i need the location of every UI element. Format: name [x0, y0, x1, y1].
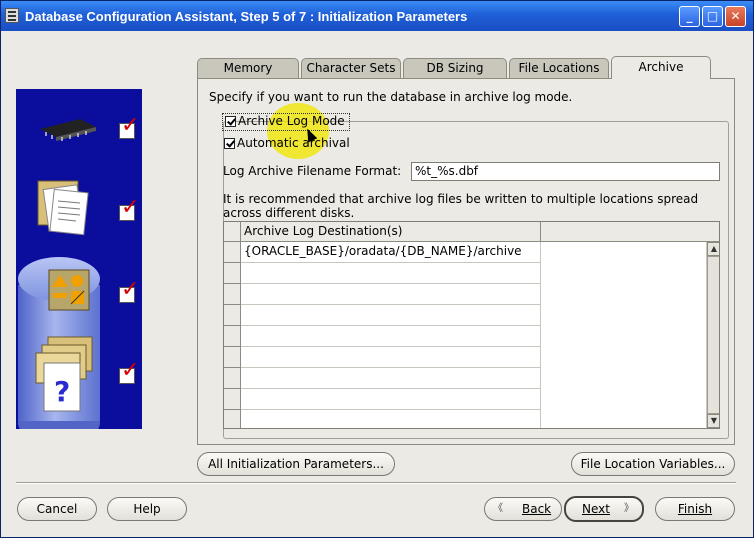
title-bar[interactable]: Database Configuration Assistant, Step 5… — [1, 1, 753, 31]
help-documents-icon: ? — [35, 336, 93, 412]
archive-destinations-table: Archive Log Destination(s) {ORACLE_BASE}… — [223, 221, 720, 429]
maximize-button[interactable]: □ — [702, 6, 723, 27]
tab-db-sizing[interactable]: DB Sizing — [403, 58, 507, 78]
recommendation-text-line2: across different disks. — [223, 206, 355, 220]
row-header[interactable] — [224, 242, 241, 263]
scroll-up-icon[interactable]: ▲ — [707, 242, 719, 256]
row-header[interactable] — [224, 263, 241, 284]
row-header[interactable] — [224, 410, 241, 428]
automatic-archival-label: Automatic archival — [237, 136, 350, 150]
close-button[interactable]: ✕ — [725, 6, 746, 27]
window-title: Database Configuration Assistant, Step 5… — [25, 9, 468, 24]
row-header[interactable] — [224, 305, 241, 326]
filename-format-label: Log Archive Filename Format: — [223, 164, 402, 178]
svg-text:?: ? — [54, 375, 70, 408]
archive-destination-cell[interactable] — [241, 410, 541, 428]
table-corner — [224, 222, 241, 242]
minimize-button[interactable]: _ — [679, 6, 700, 27]
scroll-down-icon[interactable]: ▼ — [707, 414, 719, 428]
row-header[interactable] — [224, 326, 241, 347]
row-header[interactable] — [224, 368, 241, 389]
scroll-thumb[interactable] — [707, 256, 719, 414]
cancel-button[interactable]: Cancel — [17, 497, 97, 521]
tab-archive[interactable]: Archive — [611, 56, 711, 79]
dbca-window: Database Configuration Assistant, Step 5… — [0, 0, 754, 538]
tab-file-locations[interactable]: File Locations — [509, 58, 609, 78]
tab-character-sets[interactable]: Character Sets — [301, 58, 401, 78]
chevron-right-icon: 》 — [624, 503, 634, 514]
memory-chip-icon — [40, 119, 96, 141]
archive-log-mode-checkbox[interactable]: Archive Log Mode — [222, 113, 350, 131]
footer-separator — [16, 482, 736, 484]
archive-destination-cell[interactable] — [241, 284, 541, 305]
back-button[interactable]: 《 Back — [484, 497, 562, 521]
finish-button[interactable]: Finish — [655, 497, 735, 521]
step-check-character-sets: ✓ — [119, 195, 140, 221]
automatic-archival-check — [224, 138, 235, 149]
archive-log-mode-label: Archive Log Mode — [238, 114, 345, 128]
table-vertical-scrollbar[interactable]: ▲ ▼ — [706, 242, 719, 428]
archive-destination-cell[interactable] — [241, 326, 541, 347]
automatic-archival-checkbox[interactable]: Automatic archival — [223, 136, 350, 152]
tab-memory[interactable]: Memory — [197, 58, 299, 78]
archive-destination-cell[interactable] — [241, 347, 541, 368]
step-check-memory: ✓ — [119, 113, 140, 139]
archive-intro-text: Specify if you want to run the database … — [209, 90, 573, 104]
filename-format-input[interactable]: %t_%s.dbf — [411, 162, 720, 181]
row-header[interactable] — [224, 284, 241, 305]
archive-destination-cell[interactable] — [241, 368, 541, 389]
wizard-step-illustration: ✓ ✓ ✓ ? ✓ — [16, 89, 142, 429]
chevron-left-icon: 《 — [493, 503, 503, 514]
all-initialization-parameters-button[interactable]: All Initialization Parameters... — [197, 452, 395, 476]
documents-folder-icon — [37, 180, 89, 236]
app-icon — [5, 8, 19, 23]
archive-log-mode-check — [225, 116, 236, 127]
shapes-icon — [48, 269, 90, 311]
step-check-file-locations: ✓ — [119, 358, 140, 384]
table-header: Archive Log Destination(s) — [224, 222, 719, 242]
column-header-archive-destination[interactable]: Archive Log Destination(s) — [241, 222, 541, 242]
recommendation-text-line1: It is recommended that archive log files… — [223, 192, 699, 206]
step-check-db-sizing: ✓ — [119, 277, 140, 303]
archive-destination-cell[interactable] — [241, 389, 541, 410]
row-header[interactable] — [224, 389, 241, 410]
back-button-label: Back — [522, 502, 552, 516]
next-button-label: Next — [582, 502, 610, 516]
archive-destination-cell[interactable] — [241, 263, 541, 284]
archive-destination-cell[interactable]: {ORACLE_BASE}/oradata/{DB_NAME}/archive — [241, 242, 541, 263]
archive-destination-cell[interactable] — [241, 305, 541, 326]
next-button[interactable]: Next 》 — [564, 496, 644, 522]
help-button[interactable]: Help — [107, 497, 187, 521]
file-location-variables-button[interactable]: File Location Variables... — [571, 452, 735, 476]
row-header[interactable] — [224, 347, 241, 368]
